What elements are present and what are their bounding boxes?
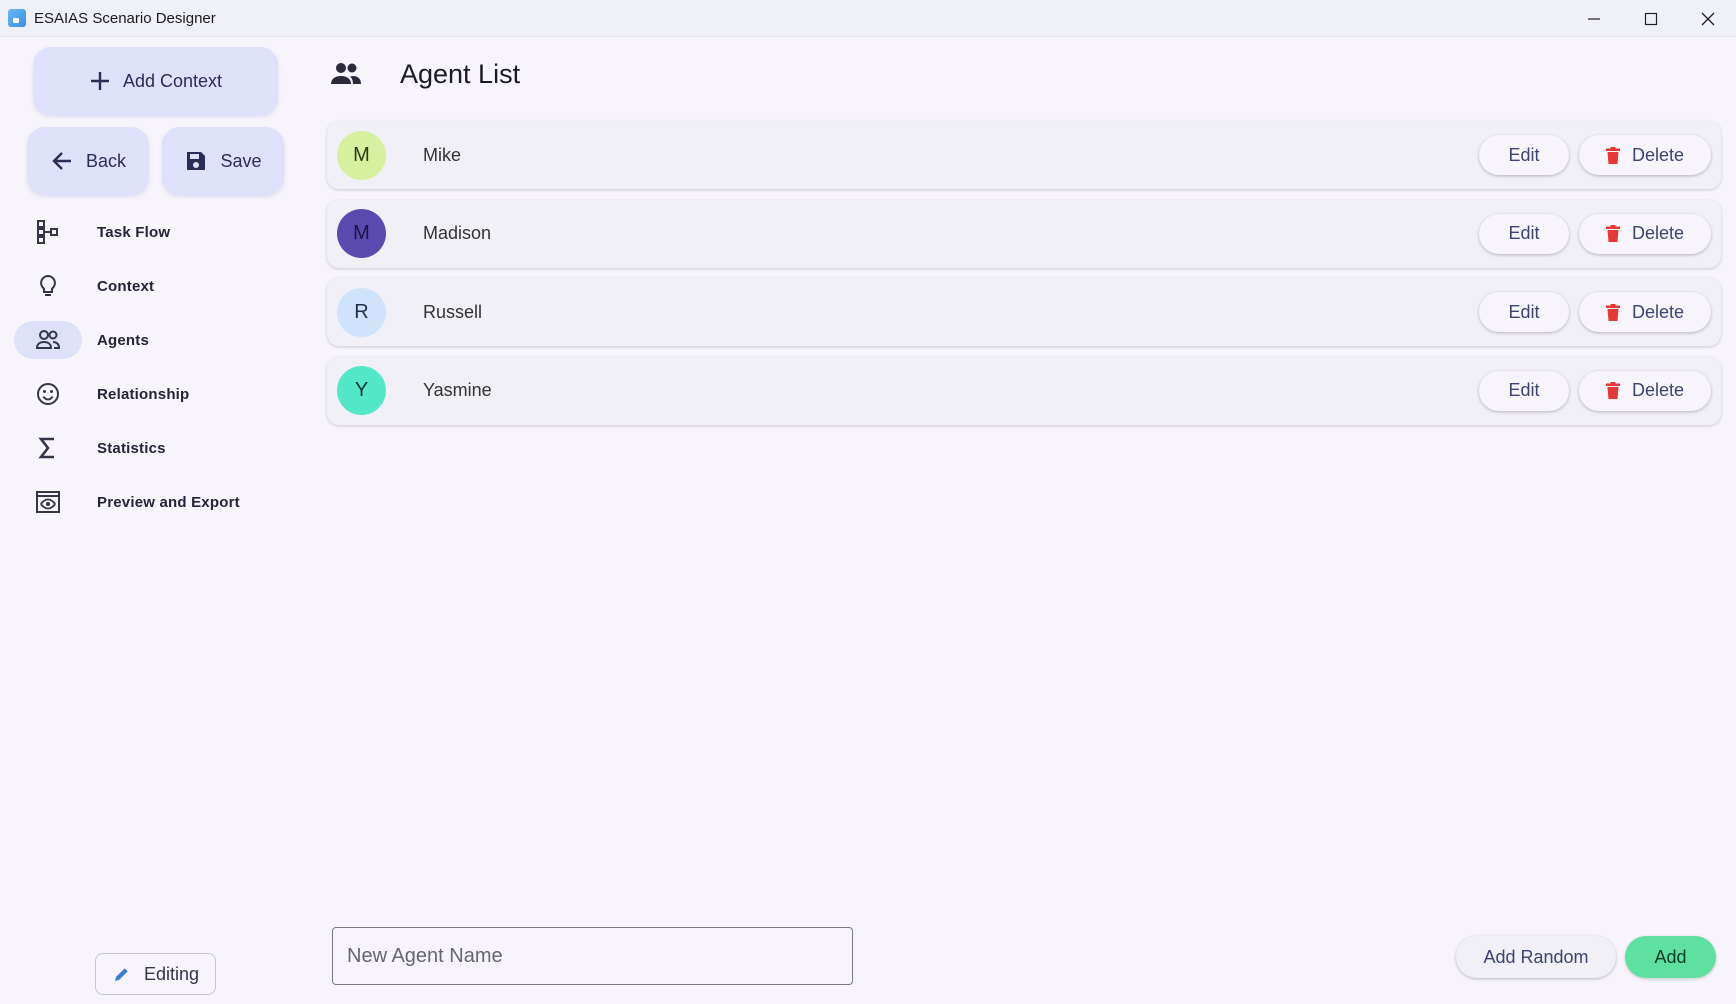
close-icon: [1701, 12, 1714, 25]
sidebar-item-agents[interactable]: Agents: [0, 313, 310, 367]
delete-label: Delete: [1631, 380, 1685, 400]
agent-name: Russell: [423, 301, 483, 322]
window-controls: [1565, 0, 1736, 37]
delete-button[interactable]: Delete: [1579, 135, 1711, 175]
add-context-button[interactable]: Add Context: [33, 47, 278, 115]
add-label: Add: [1654, 946, 1687, 967]
delete-button[interactable]: Delete: [1579, 213, 1711, 254]
list-item: M Mike Edit Delete: [327, 121, 1721, 189]
delete-label: Delete: [1631, 223, 1685, 243]
edit-label: Edit: [1508, 380, 1540, 400]
arrow-left-icon: [52, 152, 71, 170]
plus-icon: [90, 72, 109, 90]
new-agent-name-input[interactable]: [332, 927, 853, 985]
task-flow-icon: [37, 220, 58, 244]
trash-icon: [1605, 382, 1620, 399]
trash-icon: [1605, 303, 1620, 321]
avatar-initial: M: [353, 143, 370, 166]
sidebar: Add Context Back Save Task Flow Context …: [0, 37, 310, 1004]
floppy-disk-icon: [187, 152, 206, 170]
minimize-button[interactable]: [1565, 0, 1622, 37]
delete-button[interactable]: Delete: [1579, 292, 1711, 332]
add-random-label: Add Random: [1483, 946, 1589, 967]
maximize-icon: [1644, 12, 1657, 25]
edit-button[interactable]: Edit: [1479, 292, 1569, 332]
trash-icon: [1605, 146, 1620, 164]
smiley-icon: [37, 383, 59, 405]
avatar: R: [337, 287, 386, 337]
agent-name: Yasmine: [423, 380, 492, 400]
avatar-initial: Y: [354, 379, 369, 401]
avatar: M: [337, 209, 386, 258]
sidebar-item-label: Relationship: [97, 385, 190, 403]
editing-label: Editing: [143, 963, 200, 984]
sidebar-nav: Task Flow Context Agents Relationship St…: [0, 205, 310, 529]
app-icon: [8, 9, 26, 27]
list-item: Y Yasmine Edit Delete: [327, 356, 1721, 425]
edit-label: Edit: [1508, 223, 1540, 243]
save-button[interactable]: Save: [162, 127, 284, 195]
back-label: Back: [85, 150, 127, 171]
title-bar: ESAIAS Scenario Designer: [0, 0, 1736, 37]
avatar-initial: R: [354, 300, 369, 323]
list-item: M Madison Edit Delete: [327, 199, 1721, 268]
sidebar-item-preview-export[interactable]: Preview and Export: [0, 475, 310, 529]
save-label: Save: [220, 150, 262, 171]
agent-name: Mike: [423, 144, 462, 165]
page-title: Agent List: [400, 58, 521, 89]
delete-label: Delete: [1631, 301, 1685, 322]
agent-list: M Mike Edit Delete M Madison Edit Delete…: [327, 121, 1721, 435]
people-icon: [35, 330, 61, 349]
lightbulb-icon: [40, 274, 56, 296]
back-button[interactable]: Back: [27, 127, 149, 195]
sidebar-item-label: Statistics: [97, 439, 166, 457]
agent-name: Madison: [423, 223, 492, 243]
close-button[interactable]: [1679, 0, 1736, 37]
maximize-button[interactable]: [1622, 0, 1679, 37]
minimize-icon: [1587, 17, 1600, 20]
pencil-icon: [114, 967, 129, 981]
sidebar-item-label: Agents: [97, 331, 150, 349]
sidebar-item-context[interactable]: Context: [0, 259, 310, 313]
window-title: ESAIAS Scenario Designer: [34, 9, 216, 27]
edit-button[interactable]: Edit: [1479, 135, 1569, 175]
add-button[interactable]: Add: [1625, 936, 1716, 978]
edit-label: Edit: [1508, 301, 1540, 322]
sidebar-item-relationship[interactable]: Relationship: [0, 367, 310, 421]
avatar-initial: M: [353, 222, 370, 244]
edit-button[interactable]: Edit: [1479, 213, 1569, 254]
sidebar-item-statistics[interactable]: Statistics: [0, 421, 310, 475]
sidebar-item-label: Context: [97, 277, 155, 295]
editing-toggle[interactable]: Editing: [95, 953, 216, 995]
add-random-button[interactable]: Add Random: [1456, 936, 1616, 978]
sidebar-item-task-flow[interactable]: Task Flow: [0, 205, 310, 259]
delete-label: Delete: [1631, 144, 1685, 165]
list-item: R Russell Edit Delete: [327, 278, 1721, 346]
sigma-icon: [38, 437, 54, 459]
edit-label: Edit: [1508, 144, 1540, 165]
sidebar-item-label: Task Flow: [97, 223, 171, 241]
edit-button[interactable]: Edit: [1479, 370, 1569, 411]
people-icon: [331, 63, 361, 84]
avatar: Y: [337, 366, 386, 415]
main-header: Agent List: [330, 54, 520, 94]
avatar: M: [337, 130, 386, 180]
sidebar-item-label: Preview and Export: [97, 493, 240, 511]
add-context-label: Add Context: [122, 70, 223, 91]
preview-icon: [36, 491, 60, 513]
delete-button[interactable]: Delete: [1579, 370, 1711, 411]
trash-icon: [1605, 225, 1620, 242]
